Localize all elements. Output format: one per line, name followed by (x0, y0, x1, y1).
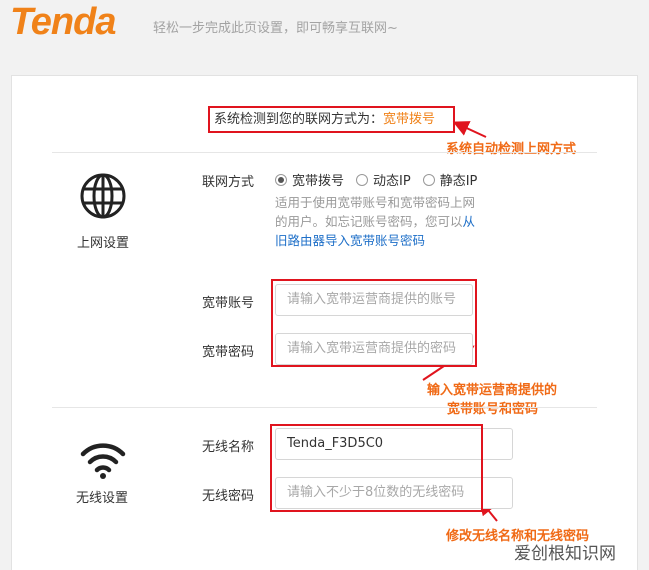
note-auto-detect: 系统自动检测上网方式 (446, 142, 577, 157)
connection-mode-radios: 宽带拨号 动态IP 静态IP (275, 170, 489, 189)
divider-top (52, 152, 597, 153)
divider-mid (52, 407, 597, 408)
wifi-icon (80, 440, 126, 480)
arrow-auto-detect (452, 121, 487, 138)
radio-dhcp-dot[interactable] (356, 173, 369, 186)
note-account-1: 输入宽带运营商提供的 (427, 383, 558, 398)
section-label-wireless: 无线设置 (75, 491, 128, 506)
radio-static[interactable]: 静态IP (422, 170, 477, 189)
radio-pppoe[interactable]: 宽带拨号 (275, 170, 344, 189)
highlight-wireless (270, 424, 483, 512)
wifi-password-label: 无线密码 (202, 489, 255, 504)
section-label-internet: 上网设置 (76, 236, 129, 251)
desc-text: 适用于使用宽带账号和宽带密码上网的用户。如忘记账号密码，您可以 (275, 195, 476, 229)
radio-pppoe-dot[interactable] (275, 173, 287, 186)
highlight-account (271, 279, 477, 367)
ssid-label: 无线名称 (202, 440, 255, 455)
globe-icon (79, 172, 127, 220)
mode-label: 联网方式 (202, 175, 255, 190)
radio-static-dot[interactable] (422, 173, 435, 186)
radio-dhcp[interactable]: 动态IP (356, 170, 411, 189)
watermark: 爱创根知识网 (514, 544, 616, 564)
password-label: 宽带密码 (202, 345, 255, 360)
mode-description: 适用于使用宽带账号和宽带密码上网的用户。如忘记账号密码，您可以从旧路由器导入宽带… (275, 193, 480, 250)
account-label: 宽带账号 (202, 296, 255, 311)
